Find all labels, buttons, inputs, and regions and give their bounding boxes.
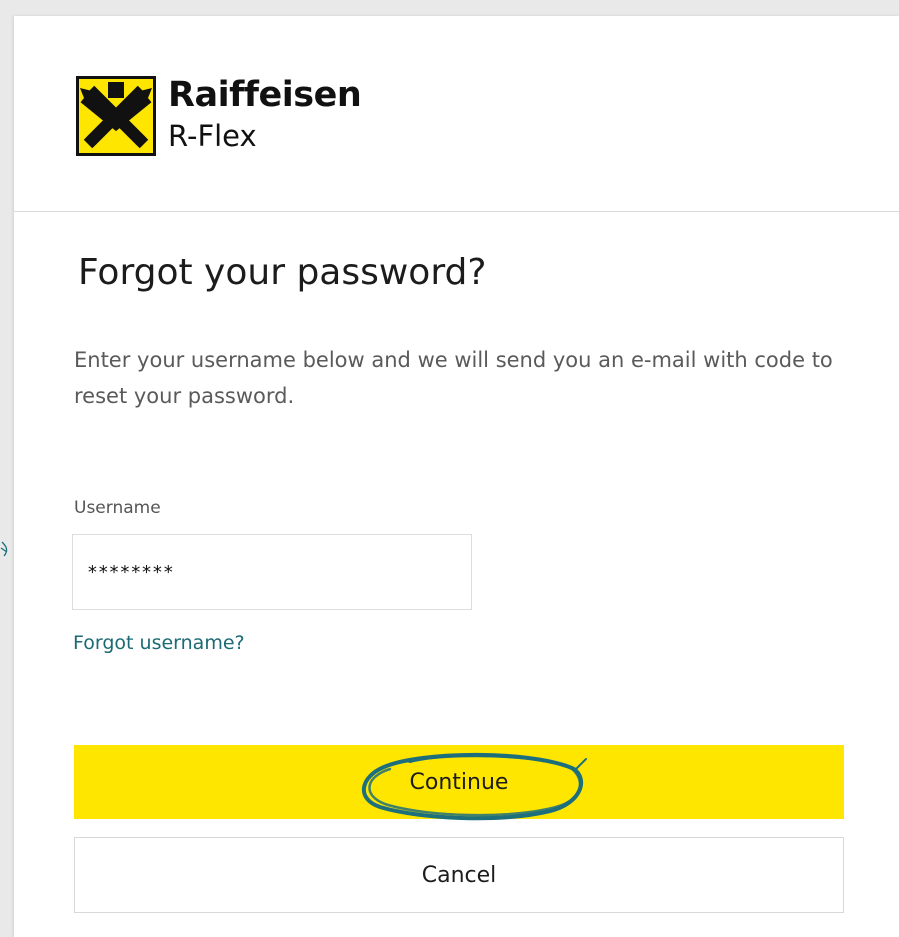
username-input[interactable] — [72, 534, 472, 610]
continue-button-label: Continue — [409, 769, 509, 795]
scribble-edge-mark — [0, 538, 12, 562]
raiffeisen-logo-icon — [76, 76, 156, 156]
brand-logo: Raiffeisen R-Flex — [76, 72, 396, 162]
continue-button[interactable]: Continue — [74, 745, 844, 821]
brand-name: Raiffeisen — [168, 75, 362, 115]
page-description: Enter your username below and we will se… — [74, 348, 833, 408]
cancel-button[interactable]: Cancel — [74, 837, 844, 913]
product-name: R-Flex — [168, 119, 257, 153]
forgot-username-link[interactable]: Forgot username? — [73, 630, 245, 656]
header: Raiffeisen R-Flex — [14, 16, 899, 212]
reset-password-panel: Raiffeisen R-Flex Forgot your password? … — [14, 16, 899, 937]
username-label: Username — [74, 498, 161, 518]
page-title: Forgot your password? — [78, 252, 487, 293]
